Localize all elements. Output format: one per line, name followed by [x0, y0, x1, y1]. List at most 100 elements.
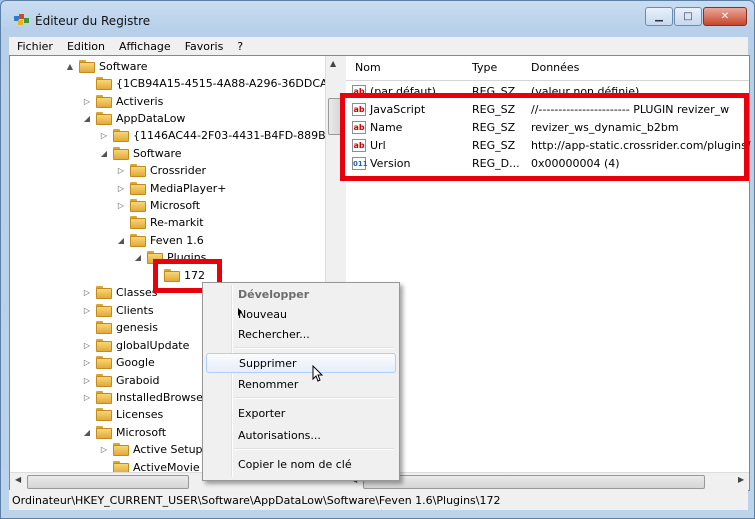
tree-item[interactable]: ▷ {1146AC44-2F03-4431-B4FD-889BC83 — [99, 127, 338, 144]
tree-item[interactable]: ▷ Crossrider — [116, 162, 206, 179]
list-horizontal-scrollbar[interactable]: ◀ ▶ — [346, 472, 749, 490]
expand-arrow-icon[interactable]: ◢ — [133, 253, 143, 262]
folder-icon — [96, 304, 112, 317]
expand-arrow-icon[interactable]: ▷ — [82, 97, 92, 106]
tree-item[interactable]: ▲ Software — [65, 58, 148, 75]
tree-item[interactable]: ◢ Feven 1.6 — [116, 232, 204, 249]
menu-favoris[interactable]: Favoris — [177, 40, 230, 53]
tree-item-label: Re-markit — [150, 216, 204, 229]
expand-arrow-icon[interactable]: ▷ — [82, 288, 92, 297]
tree-item-label: Software — [133, 147, 182, 160]
expand-arrow-icon[interactable]: ▷ — [82, 393, 92, 402]
tree-item[interactable]: ▷ Activeris — [82, 93, 163, 110]
tree-item[interactable]: ▷ Active Setup — [99, 441, 203, 458]
folder-icon — [96, 374, 112, 387]
menu-bar: Fichier Edition Affichage Favoris ? — [9, 37, 748, 55]
context-menu-item[interactable]: Rechercher... — [206, 325, 396, 345]
tree-item-label: Classes — [116, 286, 158, 299]
tree-item-label: Clients — [116, 304, 154, 317]
folder-icon — [130, 182, 146, 195]
maximize-button[interactable]: □ — [674, 7, 702, 26]
tree-item[interactable]: ▷ Classes — [82, 284, 157, 301]
tree-item[interactable]: ActiveMovie — [99, 459, 200, 472]
context-menu-item[interactable]: Renommer — [206, 375, 396, 395]
expand-arrow-icon[interactable]: ▷ — [82, 358, 92, 367]
folder-icon — [130, 216, 146, 229]
tree-item-label: InstalledBrowserE — [116, 391, 215, 404]
tree-item-label: Graboid — [116, 374, 160, 387]
expand-arrow-icon[interactable]: ▷ — [82, 376, 92, 385]
expand-arrow-icon[interactable]: ◢ — [99, 149, 109, 158]
expand-arrow-icon[interactable]: ▷ — [99, 445, 109, 454]
folder-icon — [130, 234, 146, 247]
menu-help[interactable]: ? — [229, 40, 249, 53]
column-header-name[interactable]: Nom — [355, 61, 381, 74]
scroll-left-arrow-icon[interactable]: ◀ — [15, 475, 21, 484]
context-menu-item[interactable]: Supprimer — [206, 353, 396, 373]
tree-item[interactable]: {1CB94A15-4515-4A88-A296-36DDCA34A — [82, 75, 338, 92]
tree-item[interactable]: ◢ Software — [99, 145, 182, 162]
menu-separator — [234, 397, 394, 399]
close-button[interactable]: ✕ — [703, 7, 747, 26]
folder-icon — [113, 461, 129, 472]
tree-item-label: {1CB94A15-4515-4A88-A296-36DDCA34A — [116, 77, 338, 90]
menu-fichier[interactable]: Fichier — [9, 40, 59, 53]
menu-affichage[interactable]: Affichage — [111, 40, 177, 53]
expand-arrow-icon[interactable]: ▷ — [116, 166, 126, 175]
folder-icon — [96, 77, 112, 90]
column-header-type[interactable]: Type — [472, 61, 497, 74]
tree-item-label: Licenses — [116, 408, 164, 421]
context-menu-label: Supprimer — [239, 357, 297, 370]
tree-item[interactable]: genesis — [82, 319, 158, 336]
context-menu-item[interactable]: Copier le nom de clé — [206, 455, 396, 475]
status-bar: Ordinateur\HKEY_CURRENT_USER\Software\Ap… — [9, 490, 748, 510]
registry-editor-icon — [14, 14, 29, 25]
context-menu-item[interactable]: Autorisations... — [206, 426, 396, 446]
expand-arrow-icon[interactable]: ◢ — [116, 236, 126, 245]
tree-item[interactable]: ▷ Graboid — [82, 372, 160, 389]
scroll-up-arrow-icon[interactable]: ▲ — [330, 59, 336, 68]
tree-item-label: ActiveMovie — [133, 461, 200, 472]
tree-item[interactable]: ▷ MediaPlayer+ — [116, 180, 226, 197]
folder-icon — [113, 129, 129, 142]
expand-arrow-icon[interactable]: ◢ — [82, 428, 92, 437]
tree-item[interactable]: ◢ AppDataLow — [82, 110, 185, 127]
folder-icon — [79, 60, 95, 73]
tree-item-label: Microsoft — [150, 199, 201, 212]
folder-icon — [113, 147, 129, 160]
expand-arrow-icon[interactable]: ▷ — [99, 131, 109, 140]
context-menu-label: Renommer — [238, 378, 299, 391]
tree-item-label: genesis — [116, 321, 159, 334]
context-menu-label: Exporter — [238, 407, 286, 420]
expand-arrow-icon[interactable]: ▲ — [65, 62, 75, 71]
tree-item-label: {1146AC44-2F03-4431-B4FD-889BC83 — [133, 129, 338, 142]
context-menu-item[interactable]: Exporter — [206, 404, 396, 424]
tree-item[interactable]: Licenses — [82, 406, 163, 423]
context-menu-item[interactable]: Nouveau — [206, 305, 396, 325]
title-bar[interactable]: Éditeur du Registre ▁ □ ✕ — [1, 1, 754, 37]
tree-item[interactable]: Re-markit — [116, 214, 204, 231]
tree-item[interactable]: ▷ InstalledBrowserE — [82, 389, 214, 406]
tree-hscroll-thumb[interactable] — [27, 475, 189, 489]
column-header-data[interactable]: Données — [531, 61, 579, 74]
list-hscroll-thumb[interactable] — [363, 475, 705, 489]
expand-arrow-icon[interactable]: ▷ — [116, 201, 126, 210]
folder-icon — [96, 286, 112, 299]
context-menu-item[interactable]: Développer — [206, 285, 396, 305]
tree-item[interactable]: ▷ globalUpdate — [82, 337, 189, 354]
context-menu-label: Développer — [238, 288, 310, 301]
expand-arrow-icon[interactable]: ▷ — [82, 306, 92, 315]
minimize-button[interactable]: ▁ — [645, 7, 673, 26]
tree-item-label: Activeris — [116, 95, 164, 108]
menu-edition[interactable]: Edition — [59, 40, 111, 53]
folder-icon — [96, 339, 112, 352]
tree-item[interactable]: ▷ Google — [82, 354, 155, 371]
expand-arrow-icon[interactable]: ▷ — [82, 341, 92, 350]
expand-arrow-icon[interactable]: ▷ — [116, 184, 126, 193]
scroll-right-arrow-icon[interactable]: ▶ — [738, 475, 744, 484]
highlight-box-values — [340, 93, 749, 181]
tree-item[interactable]: ▷ Clients — [82, 302, 154, 319]
tree-item[interactable]: ◢ Microsoft — [82, 424, 166, 441]
tree-item[interactable]: ▷ Microsoft — [116, 197, 200, 214]
expand-arrow-icon[interactable]: ◢ — [82, 114, 92, 123]
